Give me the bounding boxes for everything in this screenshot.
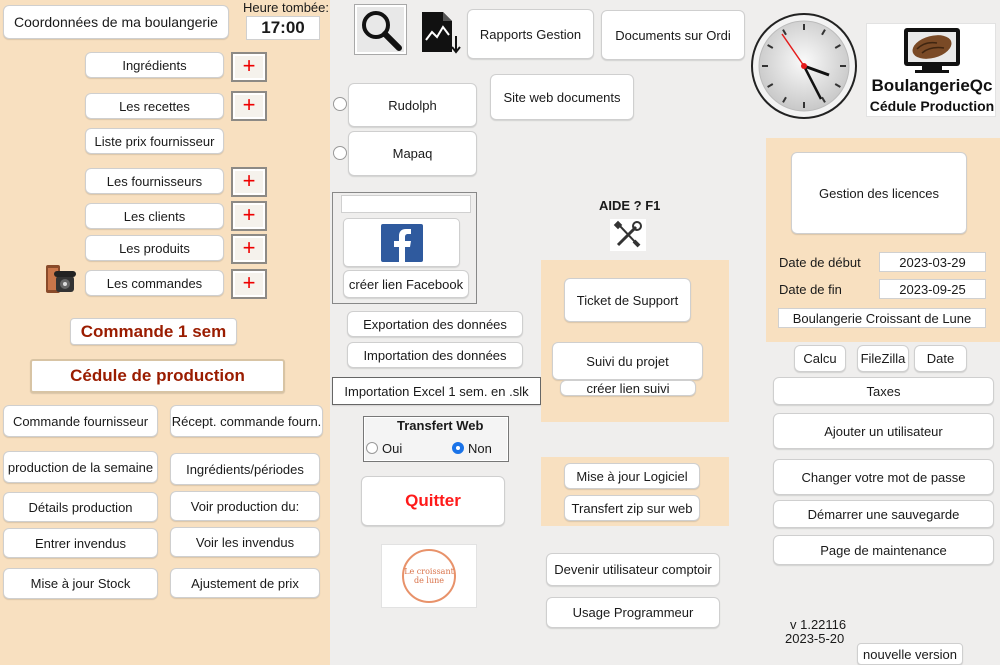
site-web-documents-button[interactable]: Site web documents	[490, 74, 634, 120]
croissant-logo: Le croissant de lune	[381, 544, 477, 608]
creer-lien-suivi-button[interactable]: créer lien suivi	[560, 380, 696, 396]
commande-fournisseur-button[interactable]: Commande fournisseur	[3, 405, 158, 437]
mapaq-checkbox[interactable]	[333, 146, 347, 160]
importation-button[interactable]: Importation des données	[347, 342, 523, 368]
date-button[interactable]: Date	[914, 345, 967, 372]
date-fin-field[interactable]: 2023-09-25	[879, 279, 986, 299]
demarrer-sauvegarde-button[interactable]: Démarrer une sauvegarde	[773, 500, 994, 528]
calcu-button[interactable]: Calcu	[794, 345, 846, 372]
facebook-icon	[380, 223, 423, 262]
ingredients-button[interactable]: Ingrédients	[85, 52, 224, 78]
add-recette-button[interactable]: +	[231, 91, 267, 121]
page-maintenance-button[interactable]: Page de maintenance	[773, 535, 994, 565]
version-date: 2023-5-20	[785, 631, 845, 646]
ajustement-prix-button[interactable]: Ajustement de prix	[170, 568, 320, 598]
creer-lien-facebook-button[interactable]: créer lien Facebook	[343, 270, 469, 298]
documents-ordi-button[interactable]: Documents sur Ordi	[601, 10, 745, 60]
transfert-zip-button[interactable]: Transfert zip sur web	[564, 495, 700, 521]
cedule-production-button[interactable]: Cédule de production	[30, 359, 285, 393]
recept-commande-button[interactable]: Récept. commande fourn.	[170, 405, 323, 437]
recettes-button[interactable]: Les recettes	[85, 93, 224, 119]
prix-fournisseur-button[interactable]: Liste prix fournisseur	[85, 128, 224, 154]
non-radio[interactable]: Non	[452, 440, 492, 456]
rudolph-checkbox[interactable]	[333, 97, 347, 111]
company-field[interactable]: Boulangerie Croissant de Lune	[778, 308, 986, 328]
usage-programmeur-button[interactable]: Usage Programmeur	[546, 597, 720, 628]
nouvelle-version-button[interactable]: nouvelle version	[857, 643, 963, 665]
ajouter-utilisateur-button[interactable]: Ajouter un utilisateur	[773, 413, 994, 449]
details-production-button[interactable]: Détails production	[3, 492, 158, 522]
ingredients-periodes-button[interactable]: Ingrédients/périodes	[170, 453, 320, 485]
coordonnees-button[interactable]: Coordonnées de ma boulangerie	[3, 5, 229, 39]
production-semaine-button[interactable]: production de la semaine	[3, 451, 158, 483]
entrer-invendus-button[interactable]: Entrer invendus	[3, 528, 158, 558]
oui-radio-circle[interactable]	[366, 442, 378, 454]
fournisseurs-button[interactable]: Les fournisseurs	[85, 168, 224, 194]
rudolph-button[interactable]: Rudolph	[348, 83, 477, 127]
search-icon[interactable]	[354, 4, 407, 55]
taxes-button[interactable]: Taxes	[773, 377, 994, 405]
report-download-icon[interactable]	[419, 10, 463, 56]
changer-mdp-button[interactable]: Changer votre mot de passe	[773, 459, 994, 495]
oui-radio[interactable]: Oui	[366, 440, 402, 456]
phone-icon[interactable]	[42, 262, 76, 296]
add-produit-button[interactable]: +	[231, 234, 267, 264]
brand-name: BoulangerieQc	[871, 76, 993, 95]
exportation-button[interactable]: Exportation des données	[347, 311, 523, 337]
facebook-button[interactable]	[343, 218, 460, 267]
logo-line1: Le croissant	[404, 567, 454, 576]
oui-label: Oui	[382, 440, 403, 456]
transfert-web-title: Transfert Web	[397, 418, 484, 433]
add-client-button[interactable]: +	[231, 201, 267, 231]
logo-line2: de lune	[414, 576, 444, 585]
tools-icon[interactable]	[610, 219, 646, 251]
add-ingredient-button[interactable]: +	[231, 52, 267, 82]
croissant-logo-circle: Le croissant de lune	[402, 549, 456, 603]
version-label: v 1.22116	[790, 617, 847, 632]
non-label: Non	[468, 440, 492, 456]
brand-logo: BoulangerieQc Cédule Production	[866, 23, 996, 117]
import-excel-button[interactable]: Importation Excel 1 sem. en .slk	[332, 377, 541, 405]
clock-icon	[749, 11, 859, 121]
mise-a-jour-stock-button[interactable]: Mise à jour Stock	[3, 568, 158, 599]
suivi-projet-button[interactable]: Suivi du projet	[552, 342, 703, 380]
commandes-button[interactable]: Les commandes	[85, 270, 224, 296]
heure-tombee-field[interactable]: 17:00	[246, 16, 320, 40]
voir-production-button[interactable]: Voir production du:	[170, 491, 320, 521]
heure-tombee-label: Heure tombée:	[243, 0, 329, 15]
date-fin-label: Date de fin	[779, 282, 842, 297]
date-debut-field[interactable]: 2023-03-29	[879, 252, 986, 272]
brand-sub: Cédule Production	[869, 98, 995, 114]
mise-a-jour-logiciel-button[interactable]: Mise à jour Logiciel	[564, 463, 700, 489]
non-radio-circle[interactable]	[452, 442, 464, 454]
gestion-licences-button[interactable]: Gestion des licences	[791, 152, 967, 234]
produits-button[interactable]: Les produits	[85, 235, 224, 261]
facebook-url-field[interactable]	[341, 195, 471, 213]
devenir-comptoir-button[interactable]: Devenir utilisateur comptoir	[546, 553, 720, 586]
laptop-bread-icon	[904, 28, 960, 73]
clients-button[interactable]: Les clients	[85, 203, 224, 229]
rapports-gestion-button[interactable]: Rapports Gestion	[467, 9, 594, 59]
filezilla-button[interactable]: FileZilla	[857, 345, 909, 372]
commande-1sem-button[interactable]: Commande 1 sem	[70, 318, 237, 345]
quitter-button[interactable]: Quitter	[361, 476, 505, 526]
add-commande-button[interactable]: +	[231, 269, 267, 299]
ticket-support-button[interactable]: Ticket de Support	[564, 278, 691, 322]
add-fournisseur-button[interactable]: +	[231, 167, 267, 197]
voir-invendus-button[interactable]: Voir les invendus	[170, 527, 320, 557]
date-debut-label: Date de début	[779, 255, 861, 270]
aide-label: AIDE ? F1	[599, 198, 661, 213]
mapaq-button[interactable]: Mapaq	[348, 131, 477, 176]
